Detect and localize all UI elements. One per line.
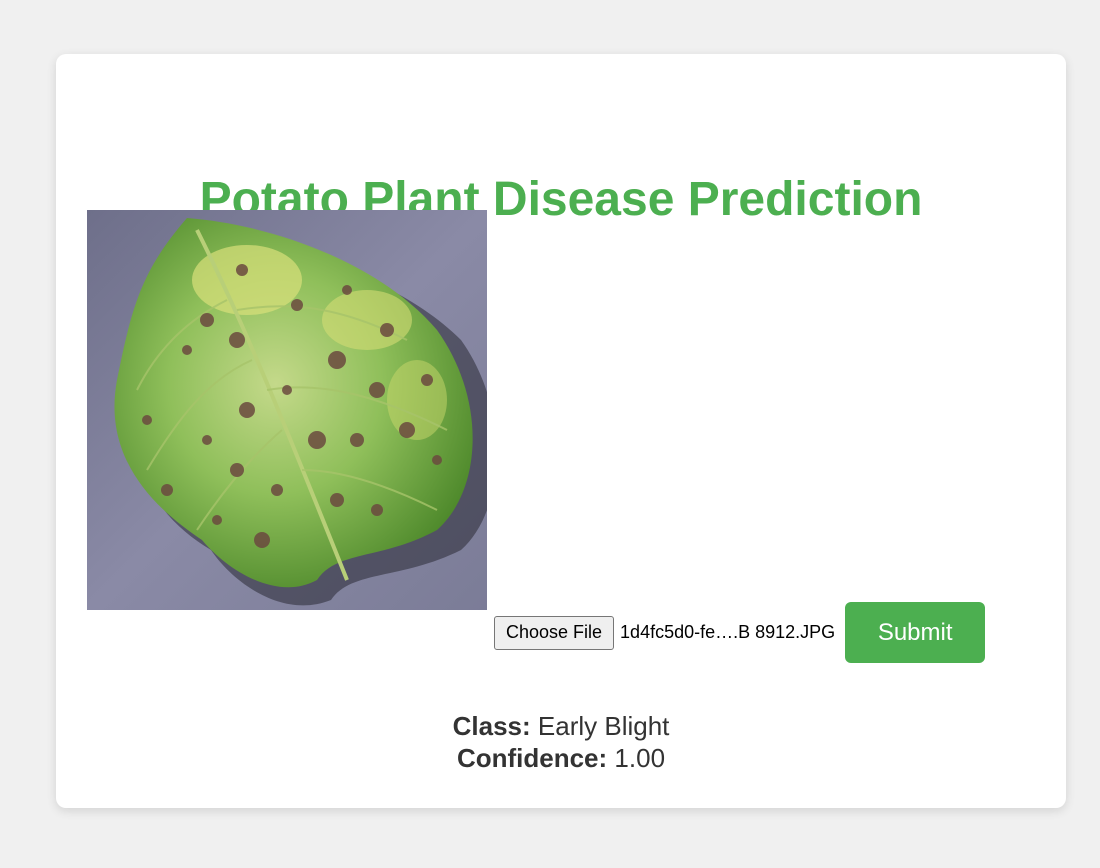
prediction-result: Class: Early Blight Confidence: 1.00	[56, 710, 1066, 774]
class-label: Class:	[452, 711, 531, 741]
prediction-card: Potato Plant Disease Prediction Choose F…	[56, 54, 1066, 808]
confidence-line: Confidence: 1.00	[56, 742, 1066, 774]
confidence-value: 1.00	[614, 743, 666, 773]
confidence-label: Confidence:	[456, 743, 608, 773]
class-value: Early Blight	[537, 711, 670, 741]
class-line: Class: Early Blight	[56, 710, 1066, 742]
upload-row: Choose File 1d4fc5d0-fe….B 8912.JPG Subm…	[494, 602, 986, 663]
choose-file-button[interactable]: Choose File	[494, 615, 615, 650]
selected-file-name: 1d4fc5d0-fe….B 8912.JPG	[620, 622, 836, 642]
uploaded-leaf-image	[87, 210, 487, 610]
submit-button[interactable]: Submit	[845, 602, 986, 663]
